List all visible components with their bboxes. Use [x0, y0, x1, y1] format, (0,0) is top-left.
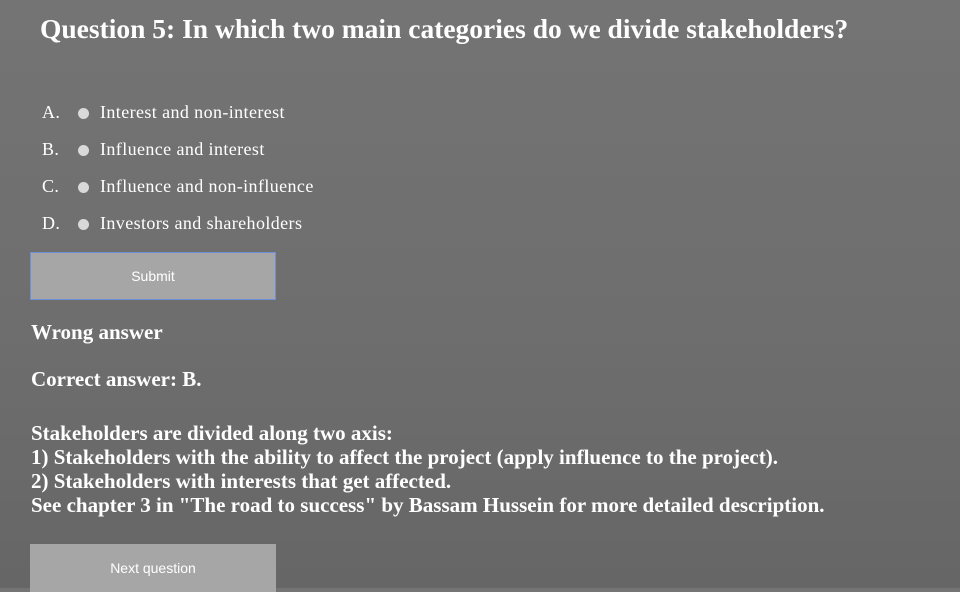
radio-button-icon[interactable]: [78, 107, 89, 119]
explanation-line: Stakeholders are divided along two axis:: [31, 421, 393, 445]
quiz-page: Question 5: In which two main categories…: [0, 0, 960, 592]
submit-button[interactable]: Submit: [30, 252, 276, 300]
option-letter: C.: [42, 176, 60, 196]
next-question-button[interactable]: Next question: [30, 544, 276, 592]
option-label: Influence and interest: [100, 139, 265, 159]
option-label: Influence and non-influence: [100, 176, 314, 196]
explanation-line: See chapter 3 in "The road to success" b…: [31, 493, 825, 517]
answer-options: A. Interest and non-interest B. Influenc…: [42, 94, 314, 242]
option-a[interactable]: A. Interest and non-interest: [42, 94, 314, 131]
result-message: Wrong answer: [31, 320, 163, 344]
explanation-line: 2) Stakeholders with interests that get …: [31, 469, 452, 493]
option-letter: D.: [42, 213, 61, 233]
option-letter: B.: [42, 139, 60, 159]
explanation-line: 1) Stakeholders with the ability to affe…: [31, 445, 778, 469]
option-letter: A.: [42, 102, 61, 122]
option-b[interactable]: B. Influence and interest: [42, 131, 314, 168]
question-title: Question 5: In which two main categories…: [40, 13, 849, 44]
radio-button-icon[interactable]: [78, 181, 89, 193]
radio-button-icon[interactable]: [78, 218, 89, 230]
option-c[interactable]: C. Influence and non-influence: [42, 168, 314, 205]
option-label: Interest and non-interest: [100, 102, 285, 122]
explanation: Stakeholders are divided along two axis:…: [31, 421, 825, 517]
option-d[interactable]: D. Investors and shareholders: [42, 205, 314, 242]
option-label: Investors and shareholders: [100, 213, 303, 233]
correct-answer-message: Correct answer: B.: [31, 367, 202, 391]
radio-button-icon[interactable]: [78, 144, 89, 156]
